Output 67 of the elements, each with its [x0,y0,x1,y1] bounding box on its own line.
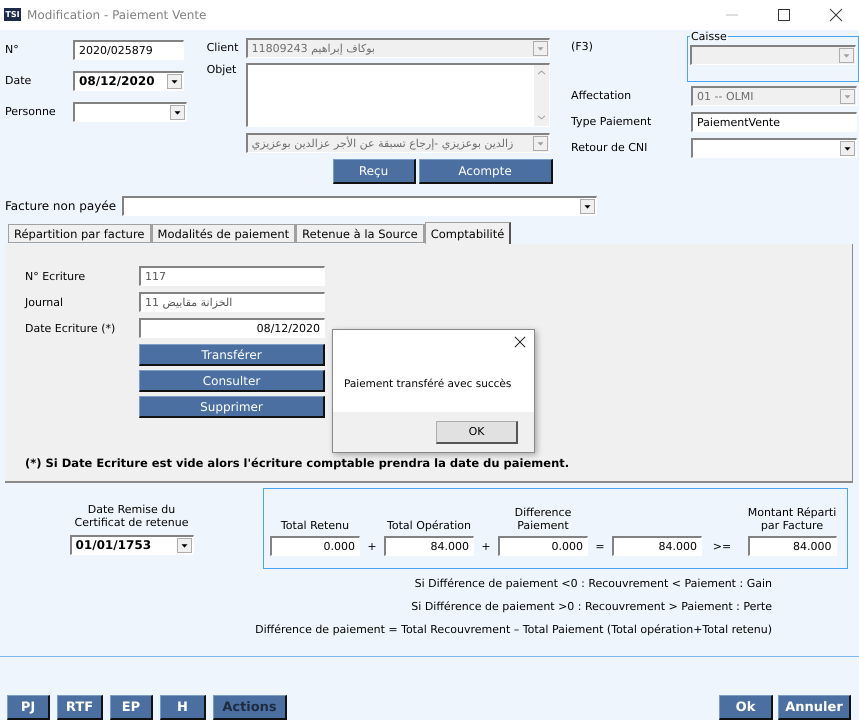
dialog-message: Paiement transféré avec succès [344,378,512,390]
info-text: Différence de paiement = Total Recouvrement – Total Paiement (Total opération+Total retenu) [255,622,772,636]
info-text: Si Différence de paiement <0 : Recouvrement < Paiement : Gain [414,576,772,590]
tab[interactable]: Comptabilité [424,222,512,244]
text-field[interactable]: PaiementVente [691,112,858,132]
footer-button[interactable]: Ok [719,695,773,720]
field-label: Journal [25,296,64,309]
field-label: Facture non payée [5,199,118,214]
amount-field[interactable]: 0.000 [270,536,360,556]
dropdown[interactable] [691,138,858,158]
amount-field[interactable]: 84.000 [748,536,836,556]
date-dropdown[interactable]: 01/01/1753 [70,534,194,555]
amount-field[interactable]: 84.000 [384,536,474,556]
footer-button[interactable]: Annuler [778,695,851,720]
tab[interactable]: Retenue à la Source [296,224,425,244]
total-label: Montant Réparti par Facture [746,506,838,532]
operator-sign: = [594,540,606,555]
scrollbar[interactable] [534,64,549,126]
date-dropdown[interactable]: 08/12/2020 [73,70,184,91]
operator-sign: + [366,540,378,555]
field-label: Objet [206,62,238,76]
text-field[interactable]: 11 الخزانة مقابيض [139,292,325,312]
tab[interactable]: Modalités de paiement [152,224,296,244]
close-icon[interactable] [829,8,843,22]
text-area[interactable] [246,62,550,127]
field-label: Date [5,74,32,88]
total-label: Total Opération [386,518,472,532]
close-icon[interactable] [514,336,526,348]
amount-field[interactable]: 0.000 [498,536,588,556]
field-label: Date Ecriture (*) [25,322,116,335]
field-label: N° Ecriture [25,270,86,283]
footer-button[interactable]: H [160,695,206,720]
field-label: N° [5,43,20,56]
field-label: Client [206,41,240,54]
field-label: Type Paiement [571,115,652,128]
field-label: Affectation [571,89,632,102]
tab[interactable]: Répartition par facture [8,224,152,244]
person-dropdown[interactable] [73,102,187,122]
object-dropdown[interactable]: زالدين بوعزيزي -إرجاع تسبقة عن الأجر عزالدين بوعزيزي [246,132,550,153]
total-label: Difference Paiement [514,506,572,532]
action-button[interactable]: Consulter [139,370,325,392]
invoice-dropdown[interactable] [122,196,597,216]
footer-button[interactable]: PJ [7,695,50,720]
footer-button[interactable]: EP [110,695,153,720]
app-logo: TSI [4,8,21,22]
info-text: Si Différence de paiement >0 : Recouvrement > Paiement : Perte [411,600,772,613]
number-field[interactable]: 2020/025879 [73,40,184,60]
footnote: (*) Si Date Ecriture est vide alors l'écriture comptable prendra la date du paiement. [25,456,570,470]
field-label: Date Remise du Certificat de retenue [74,502,190,529]
action-button[interactable]: Transférer [139,344,325,366]
amount-field[interactable]: 84.000 [612,536,702,556]
maximize-icon[interactable] [777,8,791,22]
action-button[interactable]: Acompte [418,158,553,184]
text-field[interactable]: 08/12/2020 [139,318,325,338]
footer-button[interactable]: RTF [57,695,103,720]
text-field[interactable]: 117 [139,266,325,286]
shortcut-hint: (F3) [571,40,593,53]
action-button[interactable]: Supprimer [139,396,325,418]
total-label: Total Retenu [280,518,350,532]
operator-sign: >= [712,540,732,555]
window-title: Modification - Paiement Vente [27,8,208,22]
group-legend: Caisse [690,30,728,43]
ok-button[interactable]: OK [436,420,518,444]
operator-sign: + [480,540,492,555]
field-label: Personne [5,105,57,118]
field-label: Retour de CNI [571,141,648,154]
action-button[interactable]: Reçu [332,158,416,184]
